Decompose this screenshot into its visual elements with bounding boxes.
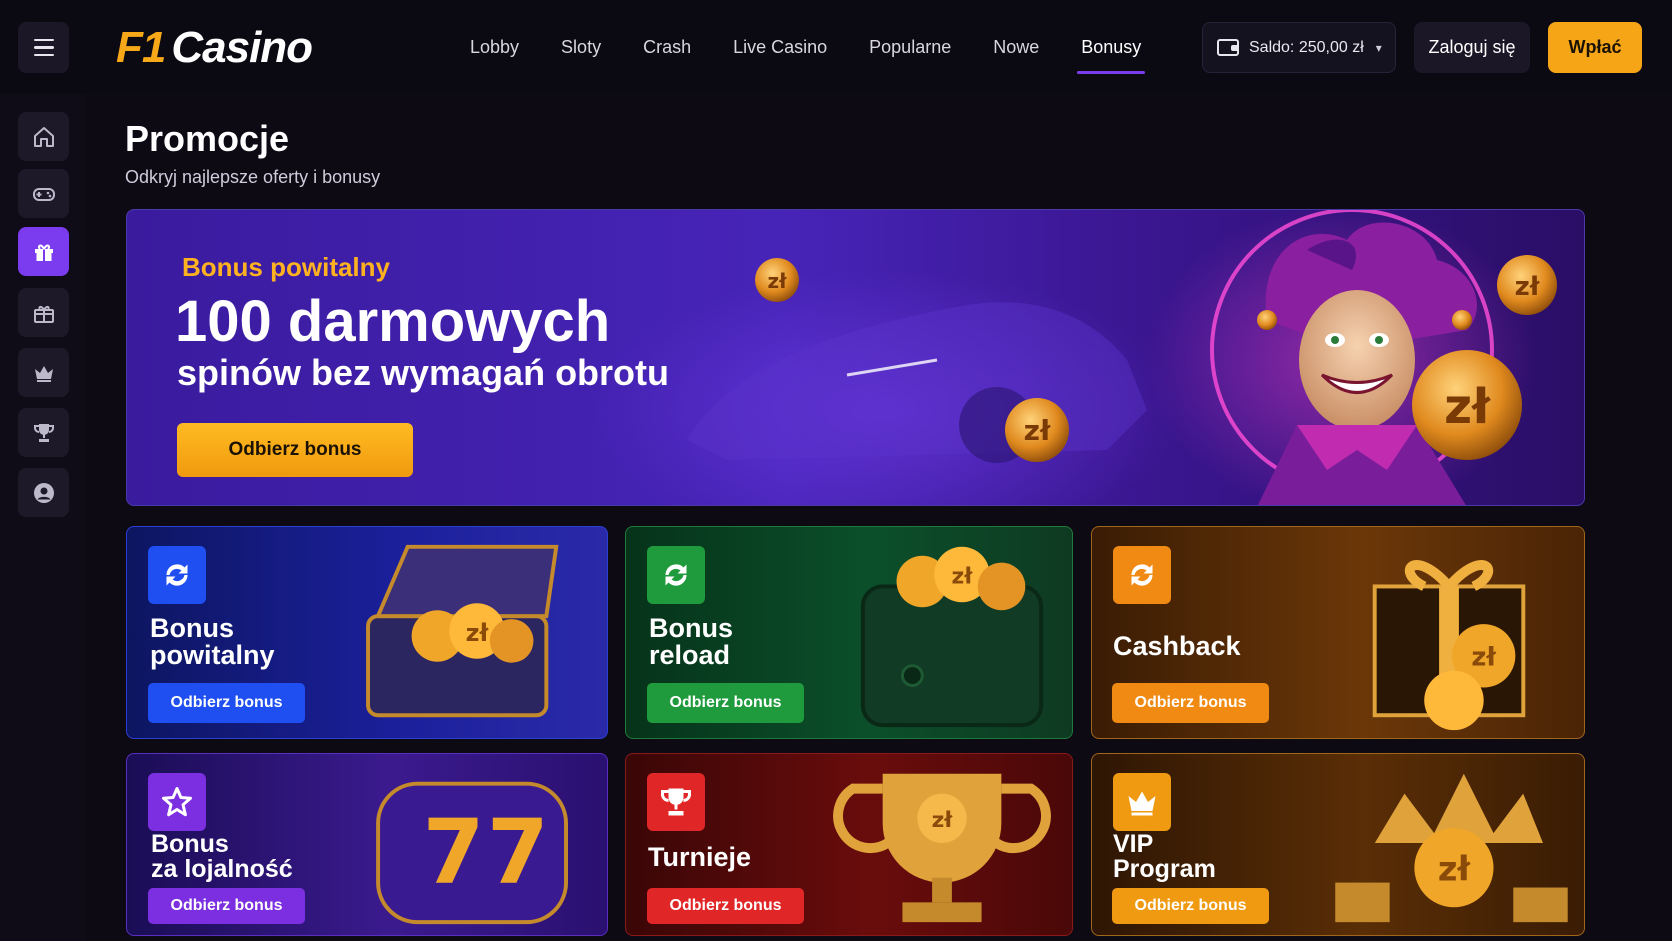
svg-text:7: 7: [423, 800, 485, 904]
svg-text:zł: zł: [932, 808, 954, 833]
svg-text:zł: zł: [466, 619, 490, 647]
gift-box-icon: [33, 305, 54, 323]
refresh-icon: [166, 564, 188, 586]
claim-bonus-button[interactable]: Odbierz bonus: [148, 888, 305, 924]
home-icon: [33, 126, 54, 147]
hero-title: 100 darmowych: [175, 289, 611, 354]
star-icon: [162, 787, 192, 817]
claim-bonus-button[interactable]: Odbierz bonus: [647, 888, 804, 924]
card-tournaments[interactable]: zł Turnieje Odbierz bonus: [625, 753, 1073, 936]
trophy-icon: [661, 788, 691, 816]
sidebar: [0, 94, 86, 941]
top-bar: F1 Casino Lobby Sloty Crash Live Casino …: [0, 0, 1672, 94]
svg-text:zł: zł: [1438, 850, 1472, 889]
claim-bonus-button[interactable]: Odbierz bonus: [1112, 888, 1269, 924]
hero-claim-button[interactable]: Odbierz bonus: [177, 423, 413, 477]
user-icon: [33, 482, 54, 503]
balance-label: Saldo: 250,00 zł: [1249, 38, 1364, 56]
balance-dropdown[interactable]: Saldo: 250,00 zł ▾: [1202, 22, 1396, 73]
nav-bonusy[interactable]: Bonusy: [1077, 0, 1146, 94]
sidebar-tournaments[interactable]: [18, 408, 69, 457]
card-title: Bonus reload: [649, 613, 733, 670]
claim-bonus-button[interactable]: Odbierz bonus: [1112, 683, 1269, 723]
wallet-coins-illustration: zł: [860, 546, 1044, 728]
sidebar-games[interactable]: [18, 169, 69, 218]
gift-icon: [34, 244, 53, 261]
hero-subtitle: spinów bez wymagań obrotu: [177, 352, 670, 393]
card-title: VIP Program: [1113, 830, 1216, 883]
nav-sloty[interactable]: Sloty: [561, 0, 601, 94]
menu-icon[interactable]: [18, 22, 69, 73]
deposit-button[interactable]: Wpłać: [1548, 22, 1642, 73]
card-vip-program[interactable]: zł VIP Program Odbierz bonus: [1091, 753, 1585, 936]
trophy-icon: [33, 423, 54, 442]
crown-icon: [34, 365, 53, 382]
card-icon-box: [148, 773, 206, 831]
logo-casino: Casino: [171, 23, 313, 72]
crown-icon: [1128, 791, 1156, 816]
nav-lobby[interactable]: Lobby: [470, 0, 519, 94]
jester-car-illustration: zł zł zł zł: [687, 210, 1557, 505]
logo[interactable]: F1 Casino: [116, 18, 313, 78]
card-reload-bonus[interactable]: zł Bonus reload Odbierz bonus: [625, 526, 1073, 739]
claim-bonus-button[interactable]: Odbierz bonus: [148, 683, 305, 723]
claim-bonus-button[interactable]: Odbierz bonus: [647, 683, 804, 723]
svg-text:zł: zł: [952, 564, 974, 589]
trophy-illustration: zł: [833, 773, 1051, 923]
sidebar-vip[interactable]: [18, 348, 69, 397]
hero-kicker: Bonus powitalny: [182, 252, 390, 282]
card-title: Bonus za lojalność: [151, 830, 293, 883]
svg-text:zł: zł: [1471, 643, 1497, 673]
svg-text:zł: zł: [1444, 379, 1491, 435]
svg-text:7: 7: [487, 800, 549, 904]
nav-live-casino[interactable]: Live Casino: [733, 0, 827, 94]
sidebar-promotions[interactable]: [18, 288, 69, 337]
main-nav: Lobby Sloty Crash Live Casino Popularne …: [470, 0, 1183, 94]
refresh-icon: [1131, 564, 1153, 586]
card-title: Bonus powitalny: [150, 613, 275, 670]
treasure-chest-illustration: zł: [366, 544, 559, 718]
card-title: Cashback: [1113, 631, 1241, 661]
page-title: Promocje: [125, 118, 290, 159]
sidebar-account[interactable]: [18, 468, 69, 517]
gamepad-icon: [32, 187, 55, 201]
hero-banner: zł zł zł zł Bonus powitalny 100 darmowyc…: [126, 209, 1585, 506]
crown-coins-illustration: zł: [1335, 773, 1568, 923]
logo-f1: F1: [116, 23, 166, 72]
sidebar-bonuses[interactable]: [18, 227, 69, 276]
nav-crash[interactable]: Crash: [643, 0, 691, 94]
chevron-down-icon: ▾: [1375, 40, 1382, 55]
card-icon-box: [1113, 546, 1171, 604]
card-cashback[interactable]: zł Cashback Odbierz bonus: [1091, 526, 1585, 739]
login-button[interactable]: Zaloguj się: [1414, 22, 1530, 73]
wallet-icon: [1217, 39, 1239, 56]
svg-text:zł: zł: [1515, 272, 1541, 302]
card-title: Turnieje: [648, 842, 752, 872]
nav-nowe[interactable]: Nowe: [993, 0, 1039, 94]
card-loyalty-bonus[interactable]: 7 7 Bonus za lojalność Odbierz bonus: [126, 753, 608, 936]
page-subtitle: Odkryj najlepsze oferty i bonusy: [125, 167, 381, 187]
card-icon-box: [647, 546, 705, 604]
refresh-icon: [665, 564, 687, 586]
card-icon-box: [647, 773, 705, 831]
card-icon-box: [148, 546, 206, 604]
svg-text:zł: zł: [1024, 414, 1051, 447]
card-icon-box: [1113, 773, 1171, 831]
card-welcome-bonus[interactable]: zł Bonus powitalny Odbierz bonus: [126, 526, 608, 739]
sidebar-home[interactable]: [18, 112, 69, 161]
slot-reels-illustration: 7 7: [376, 781, 568, 925]
nav-popularne[interactable]: Popularne: [869, 0, 951, 94]
svg-text:zł: zł: [767, 269, 787, 293]
gift-box-coins-illustration: zł: [1372, 560, 1526, 731]
